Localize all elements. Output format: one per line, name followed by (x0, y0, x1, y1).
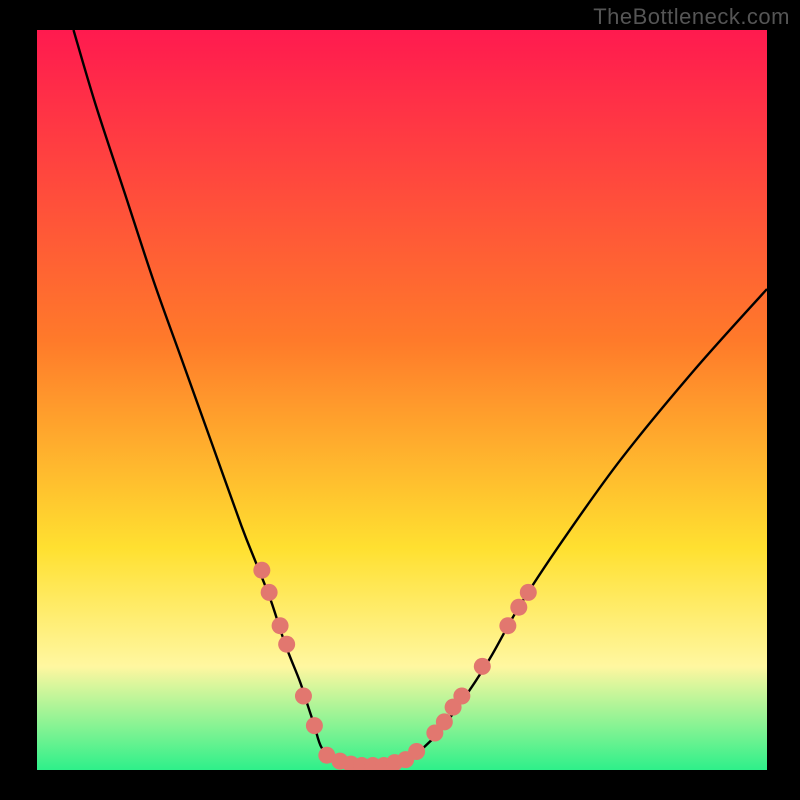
watermark-text: TheBottleneck.com (593, 4, 790, 30)
curve-marker (499, 617, 516, 634)
curve-marker (253, 562, 270, 579)
curve-marker (295, 688, 312, 705)
curve-marker (510, 599, 527, 616)
curve-marker (453, 688, 470, 705)
curve-marker (474, 658, 491, 675)
curve-marker (272, 617, 289, 634)
curve-marker (306, 717, 323, 734)
chart-stage: TheBottleneck.com (0, 0, 800, 800)
curve-marker (278, 636, 295, 653)
gradient-background (37, 30, 767, 770)
curve-marker (520, 584, 537, 601)
curve-marker (261, 584, 278, 601)
curve-marker (408, 743, 425, 760)
curve-marker (436, 713, 453, 730)
bottleneck-chart (37, 30, 767, 770)
